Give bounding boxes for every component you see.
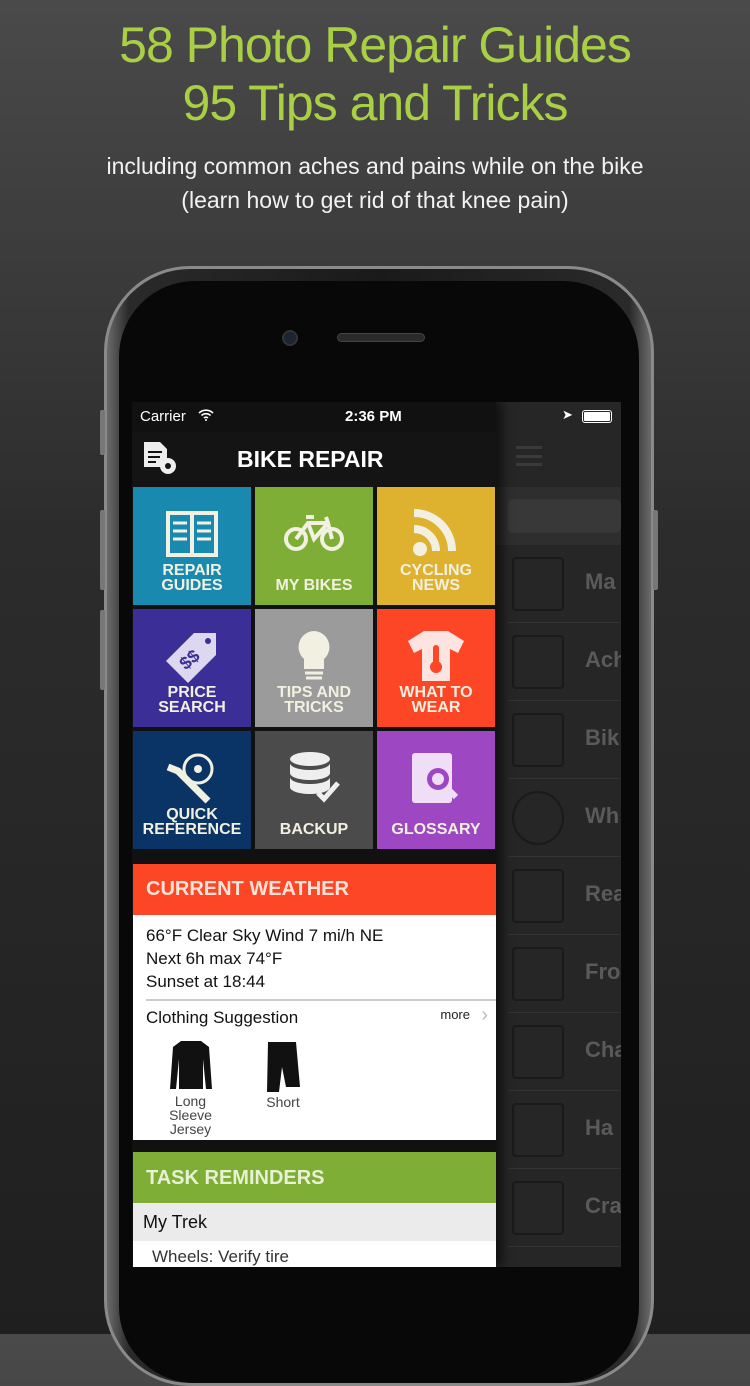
menu-item-thumbnail-icon	[512, 1025, 564, 1079]
more-link[interactable]: more	[440, 1007, 470, 1022]
volume-down-button	[100, 610, 105, 690]
side-menu-item[interactable]: Rea	[508, 857, 621, 935]
hamburger-icon[interactable]	[516, 446, 542, 466]
app-title: BIKE REPAIR	[237, 446, 384, 472]
side-menu-item[interactable]: Ha	[508, 1091, 621, 1169]
tile-label: PRICE SEARCH	[158, 684, 226, 716]
tile-repair[interactable]: REPAIR GUIDES	[133, 487, 251, 605]
menu-item-thumbnail-icon	[512, 947, 564, 1001]
chevron-right-icon[interactable]: ›	[481, 1004, 488, 1027]
tile-glossary[interactable]: GLOSSARY	[377, 731, 495, 849]
tile-label: WHAT TO WEAR	[399, 684, 473, 716]
task-item[interactable]: Wheels: Verify tire	[133, 1241, 496, 1267]
document-settings-icon[interactable]	[142, 440, 180, 478]
book-icon	[166, 511, 218, 557]
menu-item-thumbnail-icon	[512, 869, 564, 923]
menu-item-thumbnail-icon	[512, 791, 564, 845]
lightbulb-icon	[298, 631, 330, 680]
menu-item-thumbnail-icon	[512, 557, 564, 611]
database-check-icon	[290, 752, 340, 803]
task-reminders-card[interactable]: TASK REMINDERS My Trek Wheels: Verify ti…	[133, 1152, 496, 1267]
nav-bar: BIKE REPAIR	[132, 432, 496, 487]
side-menu-item[interactable]: Bik	[508, 701, 621, 779]
weather-sunset: Sunset at 18:44	[146, 972, 266, 991]
location-arrow-icon: ➤	[562, 407, 573, 422]
menu-item-label: Rea	[585, 881, 621, 906]
wifi-icon	[198, 409, 214, 421]
menu-item-label: Ma	[585, 569, 616, 594]
tile-label: TIPS AND TRICKS	[276, 684, 352, 716]
menu-item-label: Bik	[585, 725, 620, 750]
subheadline-line2: (learn how to get rid of that knee pain)	[181, 187, 569, 213]
side-menu-item[interactable]: Fro	[508, 935, 621, 1013]
menu-search-field[interactable]	[508, 499, 621, 533]
tile-tips-and[interactable]: TIPS AND TRICKS	[255, 609, 373, 727]
main-panel: BIKE REPAIR REPAIR GUIDES MY BIKES CYCLING N…	[132, 402, 496, 1267]
weather-card[interactable]: CURRENT WEATHER 66°F Clear Sky Wind 7 mi…	[133, 864, 496, 1140]
side-menu-item[interactable]: Cra	[508, 1169, 621, 1247]
wrench-stopwatch-icon	[166, 753, 214, 804]
status-bar: Carrier 2:36 PM ➤	[132, 402, 621, 432]
mute-switch	[100, 410, 105, 455]
side-menu-item[interactable]: Ma	[508, 545, 621, 623]
shorts-label: Short	[266, 1094, 300, 1110]
tile-label: REPAIR GUIDES	[161, 562, 223, 594]
side-menu-item[interactable]: Ach	[508, 623, 621, 701]
long-sleeve-jersey-icon	[170, 1041, 212, 1089]
task-bike-name: My Trek	[133, 1203, 496, 1241]
subheadline-line1: including common aches and pains while o…	[106, 153, 644, 179]
tile-label: MY BIKES	[275, 577, 353, 594]
menu-item-label: Ha	[585, 1115, 614, 1140]
menu-item-thumbnail-icon	[512, 713, 564, 767]
weather-current: 66°F Clear Sky Wind 7 mi/h NE	[146, 926, 384, 945]
side-menu-item[interactable]: Wh	[508, 779, 621, 857]
menu-item-label: Cra	[585, 1193, 621, 1218]
tile-what-to[interactable]: WHAT TO WEAR	[377, 609, 495, 727]
clock: 2:36 PM	[345, 408, 402, 425]
menu-item-label: Wh	[585, 803, 620, 828]
tile-label: CYCLING NEWS	[400, 562, 472, 594]
tile-cycling[interactable]: CYCLING NEWS	[377, 487, 495, 605]
battery-icon	[582, 410, 612, 423]
tile-label: GLOSSARY	[391, 821, 481, 838]
shirt-thermometer-icon	[408, 631, 464, 681]
menu-item-label: Cha	[585, 1037, 621, 1062]
menu-item-thumbnail-icon	[512, 635, 564, 689]
front-camera	[282, 330, 298, 346]
shorts-icon	[267, 1042, 300, 1092]
tile-quick[interactable]: QUICK REFERENCE	[133, 731, 251, 849]
weather-forecast: Next 6h max 74°F	[146, 949, 283, 968]
jersey-label: Long Sleeve Jersey	[169, 1093, 212, 1137]
phone-screen: Ma Ach Bik Wh Rea Fro Cha Ha Cra BIKE REPAIR REP…	[132, 402, 621, 1267]
tile-my-bikes[interactable]: MY BIKES	[255, 487, 373, 605]
tile-price[interactable]: $$ PRICE SEARCH	[133, 609, 251, 727]
rss-icon	[413, 509, 456, 556]
carrier: Carrier	[140, 408, 186, 425]
task-header: TASK REMINDERS	[133, 1152, 496, 1203]
bicycle-icon	[284, 515, 344, 551]
earpiece-speaker	[337, 333, 425, 342]
tile-backup[interactable]: BACKUP	[255, 731, 373, 849]
weather-header: CURRENT WEATHER	[133, 864, 496, 915]
price-tag-icon: $$	[166, 633, 216, 683]
tile-label: QUICK REFERENCE	[142, 806, 242, 838]
headline-line1: 58 Photo Repair Guides	[119, 17, 632, 73]
side-menu: Ma Ach Bik Wh Rea Fro Cha Ha Cra	[496, 402, 621, 1267]
volume-up-button	[100, 510, 105, 590]
headline-line2: 95 Tips and Tricks	[182, 75, 569, 131]
menu-item-thumbnail-icon	[512, 1181, 564, 1235]
menu-item-label: Fro	[585, 959, 621, 984]
side-menu-item[interactable]: Cha	[508, 1013, 621, 1091]
menu-item-thumbnail-icon	[512, 1103, 564, 1157]
tile-label: BACKUP	[279, 821, 349, 838]
power-button	[653, 510, 658, 590]
glossary-search-icon	[412, 753, 459, 803]
menu-item-label: Ach	[585, 647, 621, 672]
